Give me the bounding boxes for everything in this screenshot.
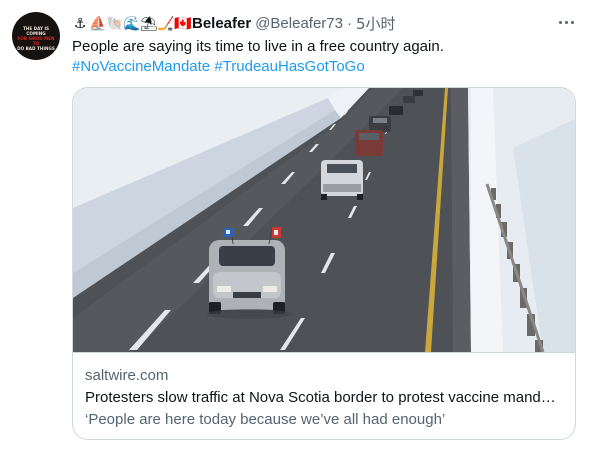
avatar-caption: THE DAY IS COMING FOR GOOD MEN TO DO BAD… [17,26,55,51]
separator-dot: · [346,14,352,32]
card-info[interactable]: saltwire.com Protesters slow traffic at … [73,352,575,439]
timestamp[interactable]: 5小时 [356,13,396,34]
anchor-icon: ⚓ [73,15,87,31]
user-handle[interactable]: @Beleafer73 [255,15,343,32]
hashtag-line: #NoVaccineMandate #TrudeauHasGotToGo [72,57,365,77]
card-image [73,88,575,352]
name-emojis[interactable]: ⚓ ⛵ 🐚 🌊 ⛱ 🏒 🇨🇦 [72,15,192,31]
tweet[interactable]: THE DAY IS COMING FOR GOOD MEN TO DO BAD… [0,0,590,452]
card-description: ‘People are here today because we’ve all… [85,411,446,428]
hashtag-link[interactable]: #TrudeauHasGotToGo [214,58,364,75]
avatar[interactable]: THE DAY IS COMING FOR GOOD MEN TO DO BAD… [12,12,60,60]
sailboat-icon: ⛵ [89,15,107,31]
more-dot-icon [570,20,574,24]
display-name[interactable]: Beleafer [192,15,251,32]
more-dot-icon [558,20,562,24]
hockey-icon: 🏒 [157,15,175,31]
hashtag-link[interactable]: #NoVaccineMandate [72,58,210,75]
shell-icon: 🐚 [106,15,124,31]
link-card[interactable]: saltwire.com Protesters slow traffic at … [72,87,576,440]
card-domain: saltwire.com [85,367,169,384]
beach-umbrella-icon: ⛱ [140,15,158,31]
wave-icon: 🌊 [123,15,141,31]
tweet-header: ⚓ ⛵ 🐚 🌊 ⛱ 🏒 🇨🇦 Beleafer @Beleafer73 · 5小… [72,13,550,33]
canada-flag-icon: 🇨🇦 [174,15,192,31]
card-title[interactable]: Protesters slow traffic at Nova Scotia b… [85,389,563,406]
more-dot-icon [564,20,568,24]
tweet-text: People are saying its time to live in a … [72,38,444,55]
more-options-button[interactable] [556,14,576,30]
